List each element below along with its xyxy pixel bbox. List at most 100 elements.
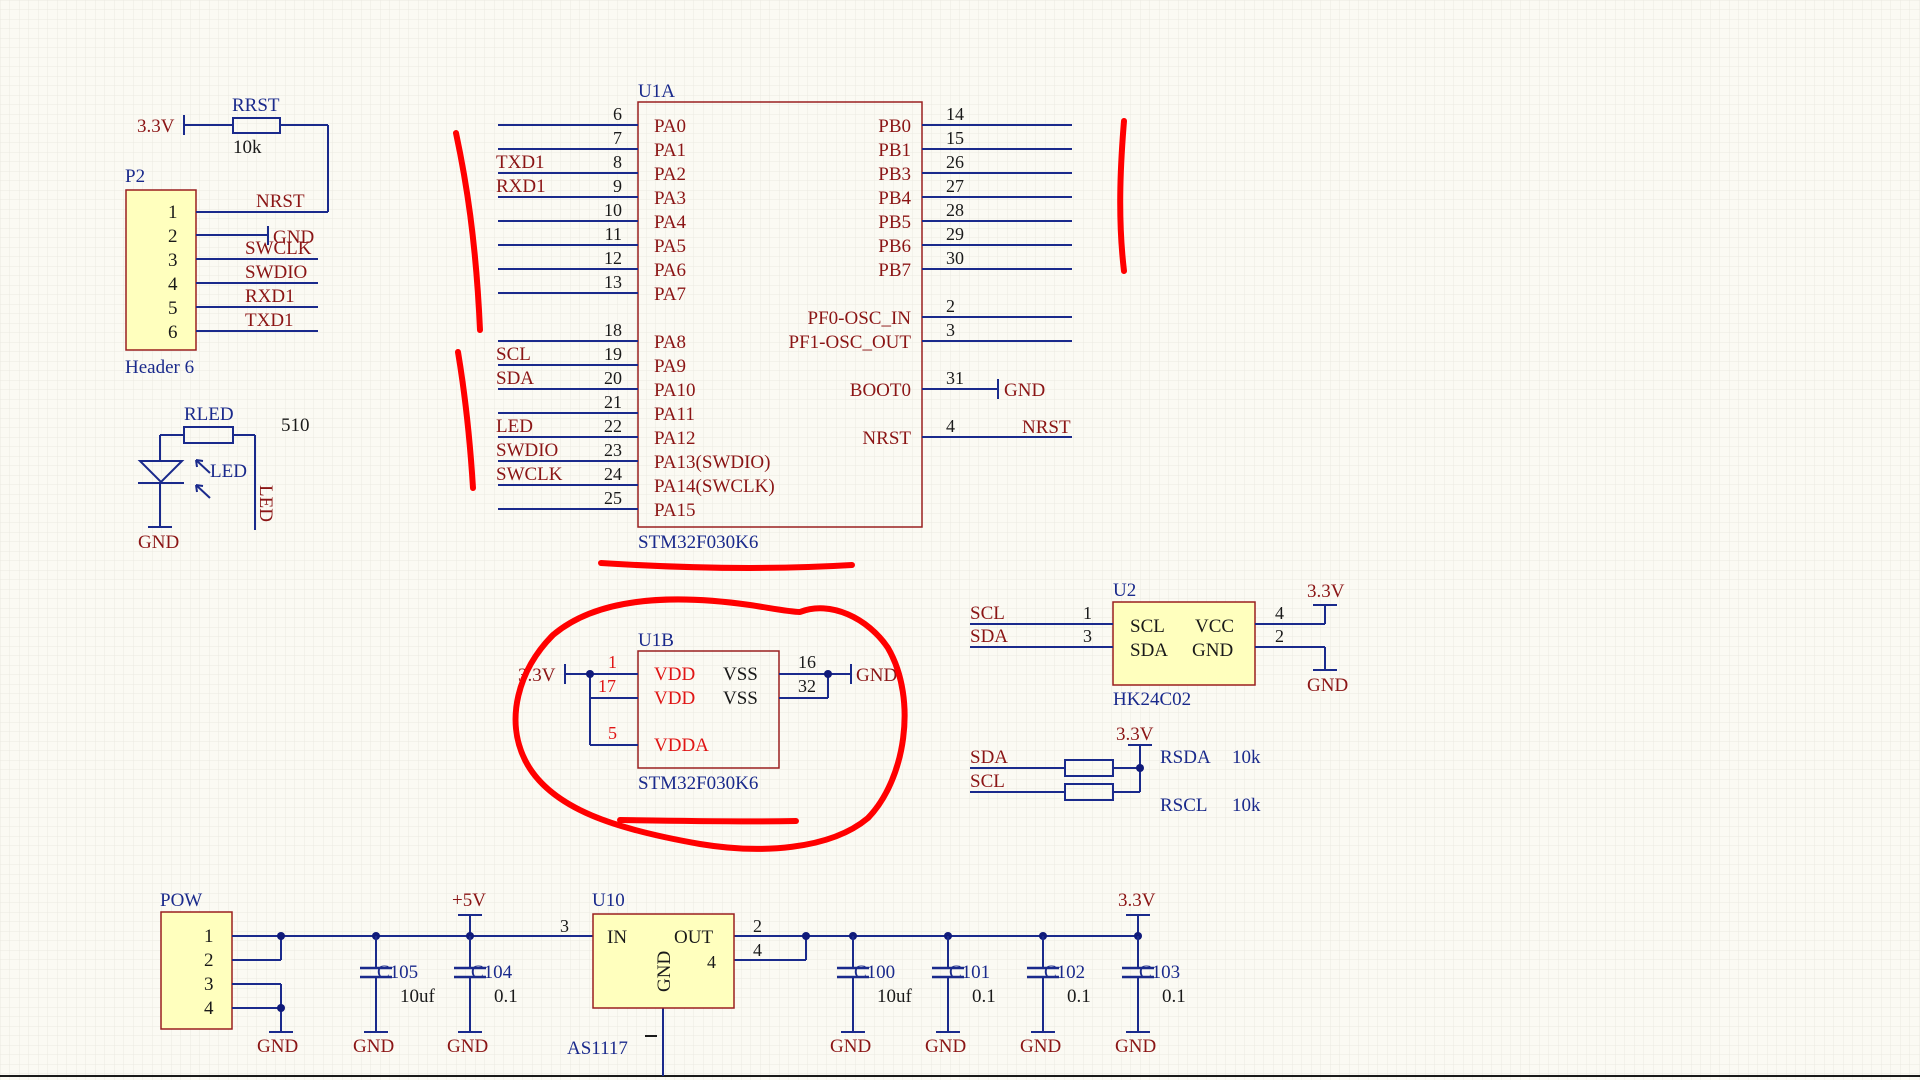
p2-pin-2: 2 bbox=[168, 226, 178, 247]
u1a-pin-label-pa4: PA4 bbox=[654, 212, 687, 233]
pow-pin-2: 2 bbox=[204, 950, 214, 971]
pow-body bbox=[160, 911, 233, 1030]
p2-net-nrst: NRST bbox=[256, 191, 305, 212]
u1a-pin-label-pb0: PB0 bbox=[878, 116, 911, 137]
u2-pin-vcc: VCC bbox=[1195, 616, 1234, 637]
u1a-net-led: LED bbox=[496, 416, 533, 437]
u2-pin-num-2: 2 bbox=[1275, 626, 1284, 646]
u1a-pin-num-6: 6 bbox=[613, 104, 622, 124]
u1b-pin-num-32: 32 bbox=[798, 676, 816, 696]
cap-designator-c105: C105 bbox=[377, 962, 418, 983]
u1a-pin-label-pf0-osc-in: PF0-OSC_IN bbox=[808, 308, 912, 329]
cap-gnd-label-c100: GND bbox=[830, 1036, 871, 1057]
vout-junction-reg bbox=[802, 932, 810, 940]
u1b-designator: U1B bbox=[638, 630, 674, 651]
p2-body bbox=[125, 189, 197, 351]
u1a-pin-num-13: 13 bbox=[604, 272, 622, 292]
u2-part: HK24C02 bbox=[1113, 689, 1191, 710]
pow-gnd-label: GND bbox=[257, 1036, 298, 1057]
regulator-pin-tab-num: 4 bbox=[707, 952, 716, 972]
u1a-pin-label-pa12: PA12 bbox=[654, 428, 696, 449]
u1a-pin-label-pb6: PB6 bbox=[878, 236, 911, 257]
u2-designator: U2 bbox=[1113, 580, 1136, 601]
u2-pin-sda: SDA bbox=[1130, 640, 1168, 661]
u1a-pin-num-29: 29 bbox=[946, 224, 964, 244]
rled-designator: RLED bbox=[184, 404, 234, 425]
u1a-pin-num-27: 27 bbox=[946, 176, 964, 196]
u1a-pin-label-pa3: PA3 bbox=[654, 188, 686, 209]
u1a-net-swdio: SWDIO bbox=[496, 440, 558, 461]
cap-value-c105: 10uf bbox=[400, 986, 436, 1007]
u1b-junction-vss bbox=[824, 670, 832, 678]
u1a-pin-num-10: 10 bbox=[604, 200, 622, 220]
regulator-designator: U10 bbox=[592, 890, 625, 911]
p2-pin-4: 4 bbox=[168, 274, 178, 295]
u2-pin-num-4: 4 bbox=[1275, 603, 1284, 623]
rscl-value: 10k bbox=[1232, 795, 1261, 816]
u1a-pin-num-4: 4 bbox=[946, 416, 955, 436]
u1a-pin-num-3: 3 bbox=[946, 320, 955, 340]
u1a-pin-num-22: 22 bbox=[604, 416, 622, 436]
u1a-pin-label-pb4: PB4 bbox=[878, 188, 911, 209]
u1a-pin-num-31: 31 bbox=[946, 368, 964, 388]
regulator-part: AS1117 bbox=[567, 1038, 628, 1059]
u1a-pin-label-pa8: PA8 bbox=[654, 332, 686, 353]
u2-pin-scl: SCL bbox=[1130, 616, 1165, 637]
u1a-pin-num-26: 26 bbox=[946, 152, 964, 172]
u1a-net-boot0-gnd: GND bbox=[1004, 380, 1045, 401]
p2-pin-5: 5 bbox=[168, 298, 178, 319]
u1b-pin-num-5: 5 bbox=[608, 723, 617, 743]
pow-pin-1: 1 bbox=[204, 926, 214, 947]
u2-net-scl: SCL bbox=[970, 603, 1005, 624]
pow-designator: POW bbox=[160, 890, 202, 911]
u1a-pin-label-nrst: NRST bbox=[862, 428, 911, 449]
u1a-pin-num-18: 18 bbox=[604, 320, 622, 340]
u2-pin-gnd: GND bbox=[1192, 640, 1233, 661]
u1a-pin-num-23: 23 bbox=[604, 440, 622, 460]
led-gnd-label: GND bbox=[138, 532, 179, 553]
u1a-pin-label-pa0: PA0 bbox=[654, 116, 686, 137]
u1a-pin-label-pb1: PB1 bbox=[878, 140, 911, 161]
pullup-power-label: 3.3V bbox=[1116, 724, 1154, 745]
cap-value-c101: 0.1 bbox=[972, 986, 996, 1007]
u1a-pin-label-pa1: PA1 bbox=[654, 140, 686, 161]
u1b-pin-vss-2: VSS bbox=[723, 688, 758, 709]
pullup-junction bbox=[1136, 764, 1144, 772]
u1b-junction-vdd bbox=[586, 670, 594, 678]
u2-gnd-label: GND bbox=[1307, 675, 1348, 696]
regulator-pin-out-num-4: 4 bbox=[753, 940, 762, 960]
u1a-pin-label-pb3: PB3 bbox=[878, 164, 911, 185]
u1a-pin-num-11: 11 bbox=[605, 224, 622, 244]
u1a-pin-num-21: 21 bbox=[604, 392, 622, 412]
u1a-pin-label-pa11: PA11 bbox=[654, 404, 695, 425]
u2-pin-num-3: 3 bbox=[1083, 626, 1092, 646]
rsda-value: 10k bbox=[1232, 747, 1261, 768]
u1a-net-rxd1: RXD1 bbox=[496, 176, 546, 197]
p2-type: Header 6 bbox=[125, 357, 194, 378]
schematic-sheet: P2 Header 6 1 2 3 4 5 6 NRST GND SWCLK S… bbox=[0, 0, 1920, 1080]
cap-gnd-label-c103: GND bbox=[1115, 1036, 1156, 1057]
u1a-pin-num-8: 8 bbox=[613, 152, 622, 172]
u1a-pin-label-pa5: PA5 bbox=[654, 236, 686, 257]
p2-net-swclk: SWCLK bbox=[245, 238, 312, 259]
u1a-pin-num-28: 28 bbox=[946, 200, 964, 220]
u1a-pin-label-pa6: PA6 bbox=[654, 260, 686, 281]
u1b-gnd-label: GND bbox=[856, 665, 897, 686]
u1a-pin-label-pa2: PA2 bbox=[654, 164, 686, 185]
u1b-pin-vdd-1: VDD bbox=[654, 664, 695, 685]
u1a-pin-label-pa14-swclk: PA14(SWCLK) bbox=[654, 476, 775, 497]
p2-designator: P2 bbox=[125, 166, 145, 187]
rrst-power-label: 3.3V bbox=[137, 116, 175, 137]
pow-pin-4: 4 bbox=[204, 998, 214, 1019]
u1b-pin-vss-1: VSS bbox=[723, 664, 758, 685]
u1a-pin-label-pb7: PB7 bbox=[878, 260, 911, 281]
p2-pin-3: 3 bbox=[168, 250, 178, 271]
pullup-net-sda: SDA bbox=[970, 747, 1008, 768]
regulator-pin-out: OUT bbox=[674, 927, 713, 948]
cap-value-c104: 0.1 bbox=[494, 986, 518, 1007]
u1b-pin-num-1: 1 bbox=[608, 652, 617, 672]
annotation-underline-u1b bbox=[617, 817, 799, 825]
cap-gnd-label-c102: GND bbox=[1020, 1036, 1061, 1057]
u1a-pin-label-pb5: PB5 bbox=[878, 212, 911, 233]
p2-net-swdio: SWDIO bbox=[245, 262, 307, 283]
